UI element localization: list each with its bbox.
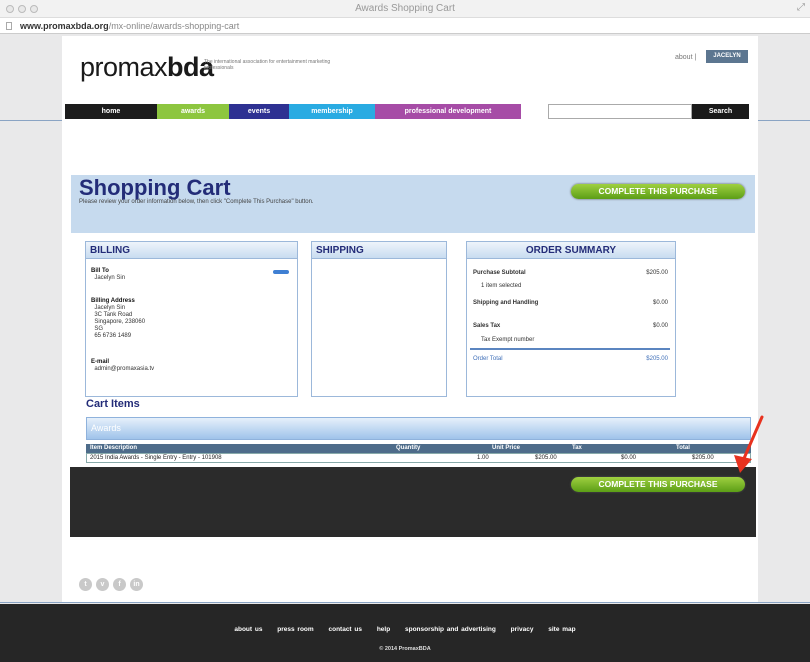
- cart-table-header: Item Description Quantity Unit Price Tax…: [86, 444, 751, 453]
- nav-item-awards[interactable]: awards: [157, 104, 229, 119]
- cart-instructions: Please review your order information bel…: [79, 199, 314, 205]
- footer-link-about[interactable]: about us: [234, 626, 262, 633]
- shipping-value: $0.00: [652, 300, 668, 306]
- footer-link-press-room[interactable]: press room: [277, 626, 313, 633]
- complete-purchase-button-bottom[interactable]: COMPLETE THIS PURCHASE: [571, 477, 745, 492]
- vimeo-icon[interactable]: v: [96, 578, 109, 591]
- col-total: Total: [676, 445, 690, 451]
- cart-items-heading: Cart Items: [86, 398, 140, 410]
- order-total-value: $205.00: [646, 356, 668, 362]
- tax-value: $0.00: [652, 323, 668, 329]
- main-nav: home awards events membership profession…: [65, 104, 521, 119]
- awards-group-header: Awards: [86, 417, 751, 440]
- table-row: 2015 India Awards - Single Entry - Entry…: [86, 453, 751, 463]
- site-footer: [0, 604, 810, 662]
- col-item-description: Item Description: [90, 445, 138, 451]
- billing-address: Billing Address Jacelyn Sin 3C Tank Road…: [91, 298, 146, 339]
- browser-window: Awards Shopping Cart ⤢ www.promaxbda.org…: [0, 0, 810, 662]
- page-title: Shopping Cart: [79, 175, 231, 200]
- logo-tagline: The international association for entert…: [204, 59, 331, 71]
- user-button[interactable]: JACELYN: [706, 50, 748, 63]
- item-total: $205.00: [692, 455, 714, 461]
- shipping-label: Shipping and Handling: [473, 300, 539, 306]
- copyright: © 2014 PromaxBDA: [379, 646, 431, 652]
- order-summary-title: ORDER SUMMARY: [467, 242, 675, 259]
- address-bar[interactable]: www.promaxbda.org/mx-online/awards-shopp…: [0, 18, 810, 34]
- shipping-panel: SHIPPING: [311, 241, 447, 397]
- item-unit-price: $205.00: [535, 455, 557, 461]
- total-divider: [470, 348, 670, 350]
- nav-item-professional-development[interactable]: professional development: [375, 104, 521, 119]
- order-total-label: Order Total: [473, 356, 503, 362]
- billing-title: BILLING: [86, 242, 297, 259]
- facebook-icon[interactable]: f: [113, 578, 126, 591]
- billing-email: E-mail admin@promaxasia.tv: [91, 359, 155, 372]
- nav-item-membership[interactable]: membership: [289, 104, 375, 119]
- col-tax: Tax: [572, 445, 582, 451]
- tax-label: Sales Tax: [473, 323, 501, 329]
- linkedin-icon[interactable]: in: [130, 578, 143, 591]
- page-icon: [6, 22, 12, 30]
- subtotal-value: $205.00: [646, 270, 668, 276]
- search-input[interactable]: [548, 104, 692, 119]
- footer-link-privacy[interactable]: privacy: [511, 626, 534, 633]
- order-summary-panel: ORDER SUMMARY: [466, 241, 676, 397]
- shipping-title: SHIPPING: [312, 242, 446, 259]
- red-arrow-annotation: [734, 415, 764, 473]
- twitter-icon[interactable]: t: [79, 578, 92, 591]
- url-domain: www.promaxbda.org: [20, 21, 109, 31]
- bill-to: Bill To Jacelyn Sin: [91, 268, 126, 281]
- nav-item-home[interactable]: home: [65, 104, 157, 119]
- divider: [0, 602, 810, 603]
- window-title: Awards Shopping Cart: [355, 3, 455, 14]
- col-quantity: Quantity: [396, 445, 421, 451]
- item-description: 2015 India Awards - Single Entry - Entry…: [90, 455, 222, 461]
- items-selected: 1 item selected: [481, 283, 522, 289]
- url-path: /mx-online/awards-shopping-cart: [108, 21, 240, 31]
- tax-exempt-label: Tax Exempt number: [481, 337, 535, 343]
- item-quantity: 1.00: [477, 455, 489, 461]
- col-unit-price: Unit Price: [492, 445, 521, 451]
- footer-link-contact[interactable]: contact us: [328, 626, 362, 633]
- search-button[interactable]: Search: [692, 104, 749, 119]
- about-link[interactable]: about |: [675, 54, 696, 61]
- footer-link-site-map[interactable]: site map: [548, 626, 575, 633]
- edit-billing-button[interactable]: [273, 270, 289, 274]
- tab-close-icon[interactable]: ⤢: [797, 2, 805, 13]
- footer-nav: about us press room contact us help spon…: [0, 626, 810, 633]
- item-tax: $0.00: [621, 455, 637, 461]
- promaxbda-logo[interactable]: promaxbda: [80, 52, 214, 83]
- complete-purchase-button-top[interactable]: COMPLETE THIS PURCHASE: [571, 184, 745, 199]
- nav-item-events[interactable]: events: [229, 104, 289, 119]
- footer-link-sponsorship[interactable]: sponsorship and advertising: [405, 626, 496, 633]
- footer-link-help[interactable]: help: [377, 626, 390, 633]
- title-bar: Awards Shopping Cart ⤢: [0, 0, 810, 18]
- subtotal-label: Purchase Subtotal: [473, 270, 526, 276]
